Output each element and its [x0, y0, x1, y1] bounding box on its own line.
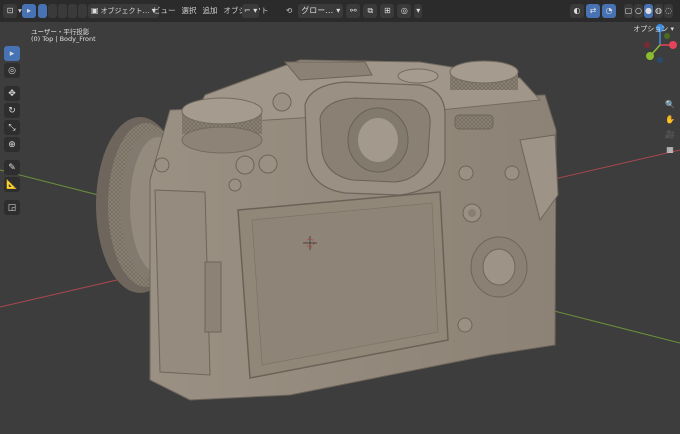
camera-view-icon[interactable]: 🎥	[664, 128, 676, 140]
select-extend-icon[interactable]	[48, 3, 57, 18]
object-mode-icon: ▣	[91, 6, 99, 15]
options-button[interactable]: オプション ▾	[633, 24, 674, 34]
rendered-shading-icon[interactable]: ◌	[664, 3, 673, 18]
tool-shelf: ▸ ◎ ✥ ↻ ⤡ ⊕ ✎ 📐 ◲	[4, 46, 20, 215]
select-box-icon[interactable]: ▸	[4, 46, 20, 61]
snap-target-icon[interactable]: ⊞	[380, 3, 395, 18]
proportional-edit-icon[interactable]: ◎	[397, 3, 412, 18]
chevron-down-icon: ▾	[336, 6, 341, 15]
visibility-dropdown[interactable]: ⌐ ▾	[242, 3, 260, 18]
header-bar: ⊡ ▾ ▸ ▣ オブジェクト… ▾ ビュー 選択 追加 オブジェクト ⌐ ▾ ⟲…	[0, 0, 680, 23]
camera-body	[149, 59, 559, 401]
options-label: オプション	[633, 25, 669, 33]
material-shading-icon[interactable]: ◍	[654, 3, 663, 18]
viewport-canvas	[0, 24, 680, 401]
annotate-icon[interactable]: ✎	[4, 160, 20, 175]
select-invert-icon[interactable]	[68, 3, 77, 18]
xray-icon[interactable]: ▢	[624, 3, 633, 18]
interaction-mode-dropdown[interactable]: ▣ オブジェクト… ▾	[88, 3, 159, 18]
menu-view[interactable]: ビュー	[150, 5, 179, 16]
menu-select[interactable]: 選択	[179, 5, 200, 16]
wireframe-shading-icon[interactable]: ○	[634, 3, 643, 18]
collection-info-label: (0) Top | Body_Front	[31, 35, 96, 43]
chevron-down-icon: ▾	[670, 25, 674, 33]
grid-view-icon[interactable]: ▦	[664, 143, 676, 155]
menu-add[interactable]: 追加	[200, 5, 221, 16]
chevron-down-icon[interactable]: ▾	[414, 3, 423, 18]
solid-shading-icon[interactable]: ●	[644, 3, 653, 18]
editor-type-selector[interactable]: ⊡ ▾	[3, 3, 23, 18]
mode-label: オブジェクト…	[100, 6, 150, 15]
cursor-icon[interactable]: ◎	[4, 63, 20, 78]
measure-icon[interactable]: 📐	[4, 177, 20, 192]
select-new-icon[interactable]	[38, 3, 47, 18]
gizmo-toggle-icon[interactable]: ⇄	[586, 3, 600, 18]
pan-hand-icon[interactable]: ✋	[664, 113, 676, 125]
3d-viewport[interactable]: ユーザー・平行投影 (0) Top | Body_Front ▸ ◎ ✥ ↻ ⤡…	[0, 22, 680, 434]
add-cube-icon[interactable]: ◲	[4, 200, 20, 215]
navigation-tools: 🔍 ✋ 🎥 ▦	[664, 98, 676, 155]
pivot-point-icon[interactable]: ⚯	[346, 3, 361, 18]
move-icon[interactable]: ✥	[4, 86, 20, 101]
orientation-label: グロー…	[301, 6, 334, 15]
overlay-toggle-icon[interactable]: ◔	[602, 3, 616, 18]
scale-icon[interactable]: ⤡	[4, 120, 20, 135]
orientation-dropdown[interactable]: グロー… ▾	[298, 3, 344, 18]
visibility-icon[interactable]: ◐	[570, 3, 584, 18]
transform-icon[interactable]: ⊕	[4, 137, 20, 152]
cursor-select-icon[interactable]: ▸	[22, 3, 36, 18]
rotate-icon[interactable]: ↻	[4, 103, 20, 118]
select-intersect-icon[interactable]	[78, 3, 87, 18]
select-subtract-icon[interactable]	[58, 3, 67, 18]
selection-mode-group	[38, 3, 87, 18]
zoom-icon[interactable]: 🔍	[664, 98, 676, 110]
transform-orientation-icon: ⟲	[286, 6, 293, 15]
viewport-editor-icon[interactable]: ⊡	[3, 3, 17, 18]
snap-toggle-icon[interactable]: ⧉	[363, 3, 378, 18]
